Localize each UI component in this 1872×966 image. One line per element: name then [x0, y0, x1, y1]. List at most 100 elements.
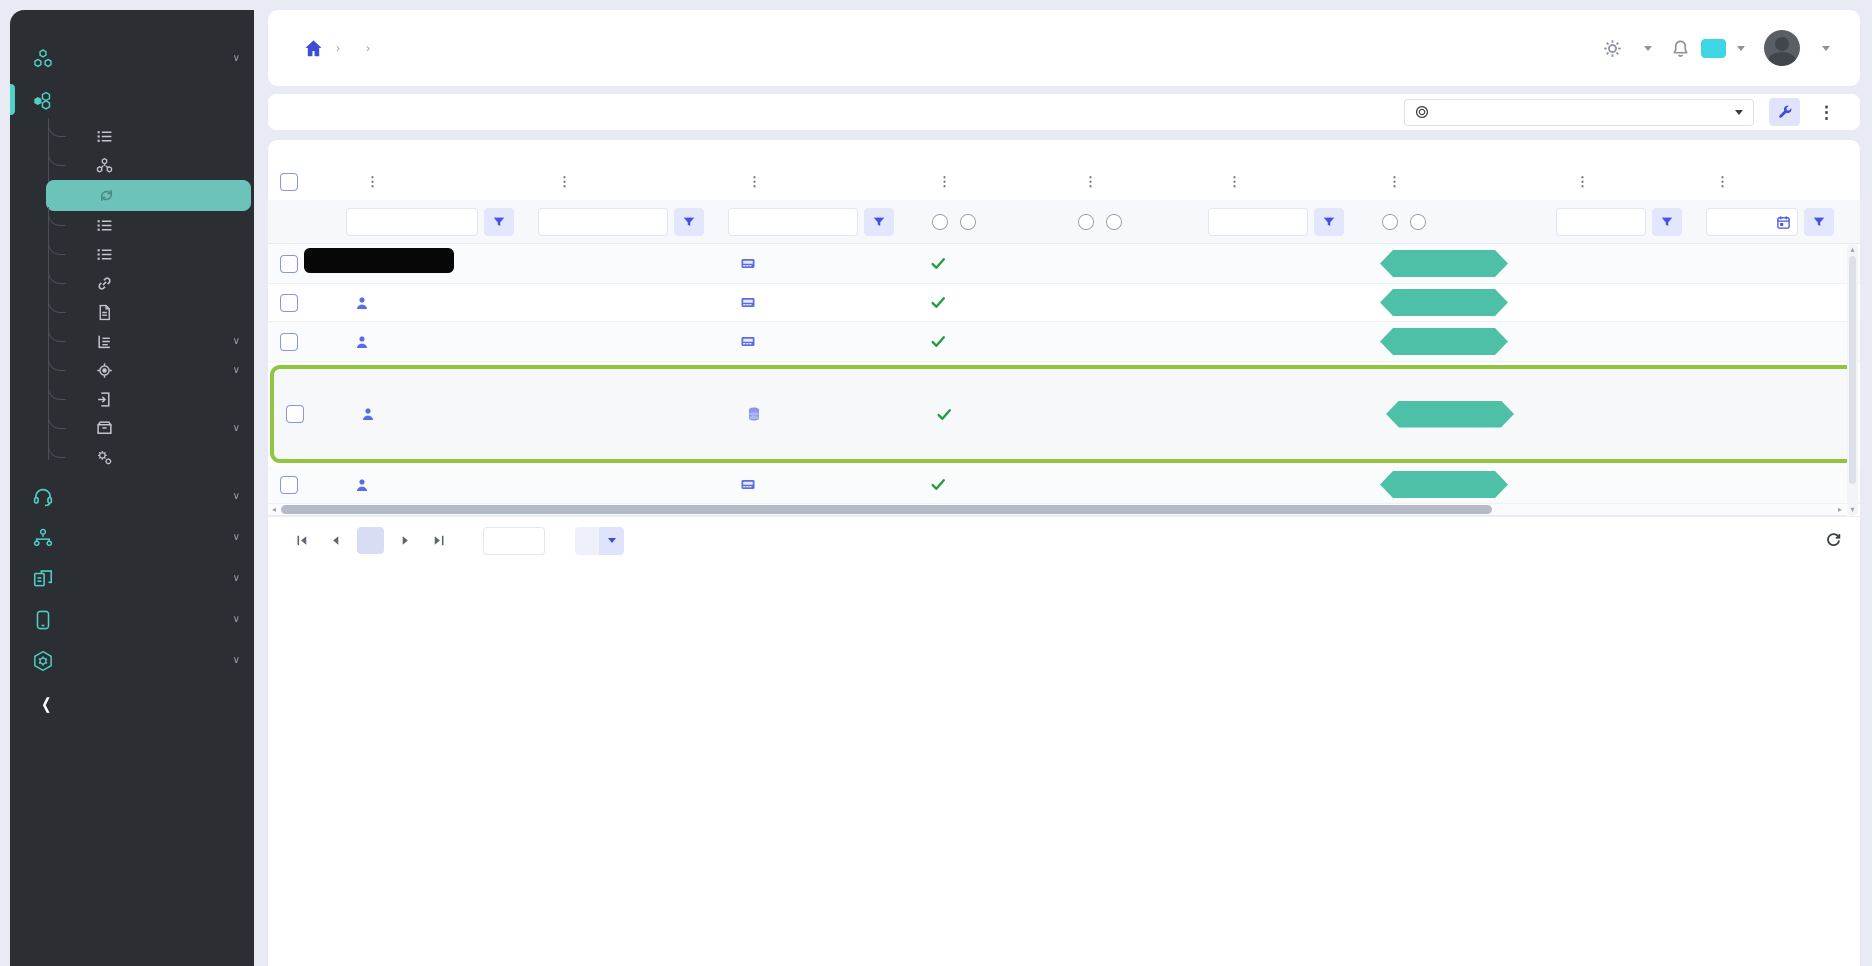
sidebar-item-manage-users[interactable]: ∨ — [10, 517, 254, 558]
sidebar-item-data-files-import[interactable] — [10, 385, 254, 414]
page-number-button[interactable] — [357, 527, 384, 554]
column-menu-icon[interactable]: ⋮ — [1228, 174, 1241, 190]
filter-button[interactable] — [1804, 208, 1834, 236]
filter-button[interactable] — [1652, 208, 1682, 236]
column-menu-icon[interactable]: ⋮ — [1576, 174, 1589, 190]
sidebar-item-settings[interactable]: ∨ — [10, 640, 254, 681]
column-header-active[interactable]: ⋮ — [1354, 174, 1542, 190]
sidebar-item-asset-management[interactable]: ∨ — [10, 38, 254, 79]
scroll-right-icon[interactable]: ▸ — [1838, 506, 1842, 514]
sidebar-item-ci-relations-attributes[interactable] — [10, 269, 254, 298]
is-false-radio[interactable] — [960, 214, 976, 230]
is-true-radio[interactable] — [1382, 214, 1398, 230]
scrollbar-thumb[interactable] — [1849, 256, 1856, 484]
sidebar-item-ci-attributes[interactable] — [10, 211, 254, 240]
sidebar-item-configuration[interactable] — [10, 443, 254, 472]
table-row[interactable] — [268, 466, 1860, 504]
select-all-checkbox[interactable] — [280, 173, 298, 191]
sidebar-item-ci-relations-forms[interactable] — [10, 298, 254, 327]
funnel-icon — [1322, 215, 1336, 229]
page-size-select[interactable] — [575, 527, 624, 555]
column-header-configuration-item[interactable]: ⋮ — [332, 174, 524, 190]
sidebar-item-ci-types[interactable] — [10, 151, 254, 180]
view-selector-dropdown[interactable] — [1404, 99, 1754, 126]
grid-settings-button[interactable] — [1769, 98, 1800, 126]
table-row[interactable] — [268, 244, 1860, 284]
column-header-created-by[interactable]: ⋮ — [1542, 174, 1692, 190]
filter-input[interactable] — [1556, 208, 1646, 236]
top-header: › › — [268, 10, 1860, 86]
row-checkbox[interactable] — [280, 294, 298, 312]
column-menu-icon[interactable]: ⋮ — [1084, 174, 1097, 190]
filter-input[interactable] — [346, 208, 478, 236]
sidebar-item-rules[interactable]: ∨ — [10, 327, 254, 356]
column-menu-icon[interactable]: ⋮ — [748, 174, 761, 190]
filter-input[interactable] — [538, 208, 668, 236]
scroll-down-icon[interactable]: ▾ — [1850, 506, 1854, 514]
vertical-scrollbar[interactable]: ▴ ▾ — [1847, 244, 1858, 516]
column-header-person-active[interactable]: ⋮ — [904, 174, 1050, 190]
filter-button[interactable] — [674, 208, 704, 236]
column-menu-icon[interactable]: ⋮ — [1716, 174, 1729, 190]
scroll-up-icon[interactable]: ▴ — [1850, 246, 1854, 254]
funnel-icon — [492, 215, 506, 229]
is-true-radio[interactable] — [932, 214, 948, 230]
sidebar-item-configuration-items[interactable] — [10, 122, 254, 151]
sidebar-item-ci-relation-types[interactable] — [10, 240, 254, 269]
column-header-attributes[interactable]: ⋮ — [1194, 174, 1354, 190]
toggle-menu-button[interactable]: ❬ — [10, 683, 254, 725]
refresh-icon[interactable] — [1825, 532, 1842, 549]
scrollbar-thumb[interactable] — [281, 505, 1492, 514]
sidebar-item-actions[interactable]: ∨ — [10, 356, 254, 385]
last-page-button[interactable] — [431, 533, 446, 548]
table-row-highlighted[interactable] — [270, 365, 1858, 463]
chevron-down-icon: ∨ — [233, 573, 240, 584]
row-checkbox[interactable] — [280, 476, 298, 494]
filter-button[interactable] — [864, 208, 894, 236]
sidebar-item-document-management[interactable]: ∨ — [10, 558, 254, 599]
sidebar-item-mobile-management[interactable]: ∨ — [10, 599, 254, 640]
first-page-button[interactable] — [295, 533, 310, 548]
page-number-input[interactable] — [483, 527, 545, 555]
sidebar-item-ci-relations[interactable] — [46, 180, 251, 211]
filter-button[interactable] — [484, 208, 514, 236]
column-header-configuration-item-2[interactable]: ⋮ — [714, 174, 904, 190]
row-checkbox[interactable] — [280, 255, 298, 273]
horizontal-scrollbar[interactable]: ◂ ▸ — [268, 504, 1846, 516]
chevron-down-icon: ∨ — [233, 491, 240, 502]
column-menu-icon[interactable]: ⋮ — [938, 174, 951, 190]
sidebar-item-data-sources[interactable]: ∨ — [10, 414, 254, 443]
notification-badge[interactable] — [1701, 39, 1726, 58]
is-false-radio[interactable] — [1106, 214, 1122, 230]
tooltip — [304, 248, 454, 273]
filter-input[interactable] — [728, 208, 858, 236]
avatar[interactable] — [1764, 30, 1800, 66]
sidebar-item-servicedesk[interactable]: ∨ — [10, 476, 254, 517]
filter-input[interactable] — [1208, 208, 1308, 236]
column-menu-icon[interactable]: ⋮ — [1388, 174, 1401, 190]
prev-page-button[interactable] — [328, 533, 343, 548]
next-page-button[interactable] — [398, 533, 413, 548]
table-row[interactable] — [268, 322, 1860, 362]
chevron-down-icon[interactable] — [1737, 46, 1745, 51]
column-header-relation[interactable]: ⋮ — [524, 174, 714, 190]
row-checkbox[interactable] — [280, 333, 298, 351]
is-false-radio[interactable] — [1410, 214, 1426, 230]
table-row[interactable] — [268, 284, 1860, 322]
is-true-radio[interactable] — [1078, 214, 1094, 230]
column-menu-icon[interactable]: ⋮ — [366, 174, 379, 190]
row-checkbox[interactable] — [286, 405, 304, 423]
chevron-down-icon[interactable] — [1644, 46, 1652, 51]
calendar-icon[interactable] — [1776, 215, 1791, 230]
column-menu-icon[interactable]: ⋮ — [558, 174, 571, 190]
home-icon[interactable] — [304, 39, 323, 58]
column-header-person-active-2[interactable]: ⋮ — [1050, 174, 1194, 190]
scroll-left-icon[interactable]: ◂ — [272, 506, 276, 514]
bell-icon[interactable] — [1671, 39, 1690, 58]
more-options-button[interactable]: ⋮ — [1815, 104, 1838, 121]
gear-icon[interactable] — [1603, 39, 1622, 58]
chevron-down-icon[interactable] — [1822, 46, 1830, 51]
filter-button[interactable] — [1314, 208, 1344, 236]
column-header-created-date[interactable]: ⋮ — [1692, 174, 1844, 190]
sidebar-item-cmdb[interactable] — [10, 79, 254, 120]
